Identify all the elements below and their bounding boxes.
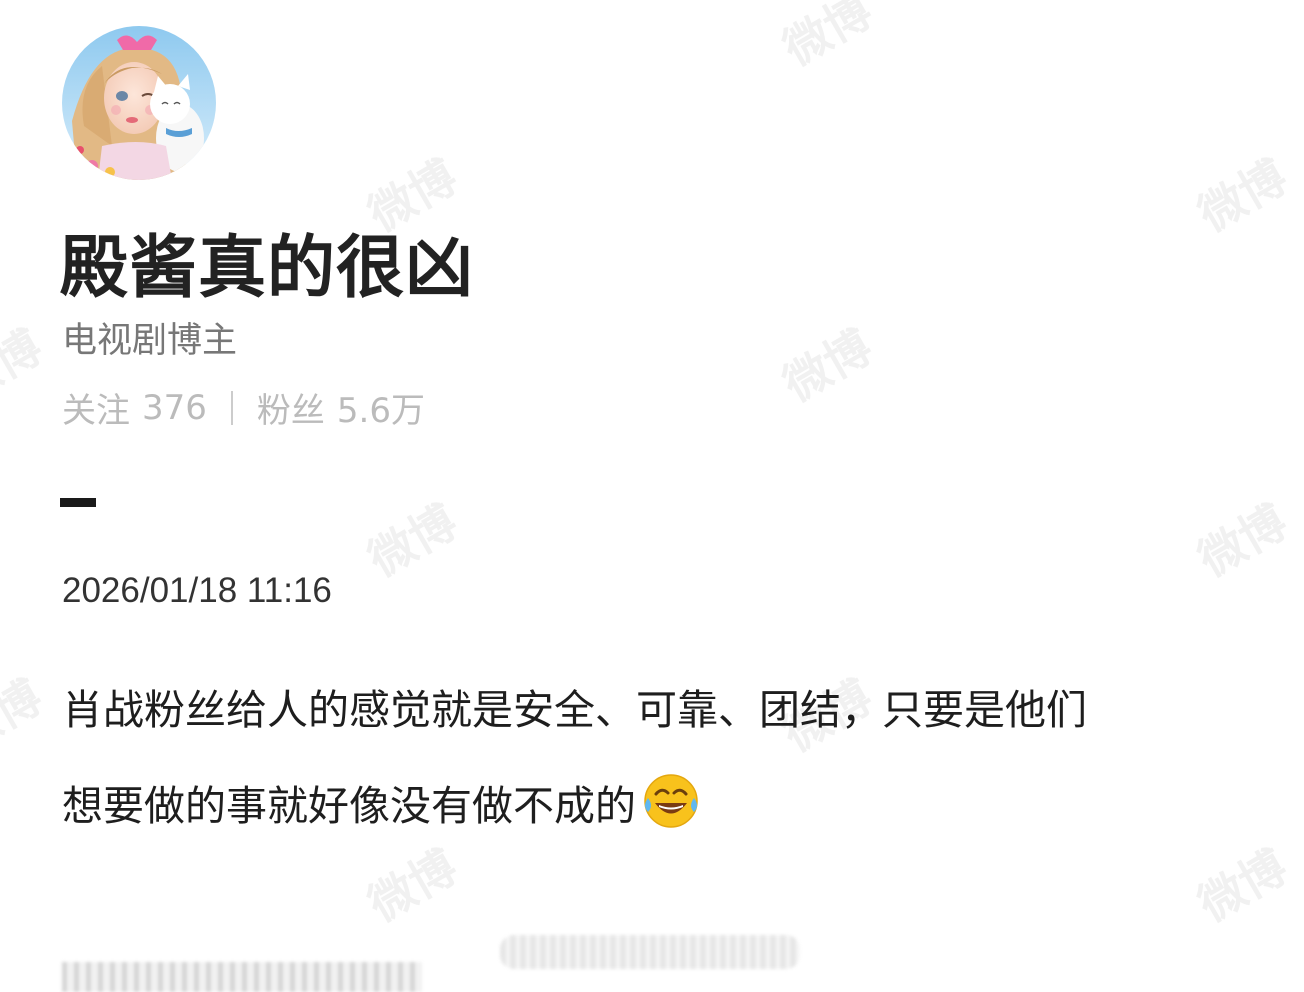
following-label[interactable]: 关注: [62, 383, 130, 432]
profile-role: 电视剧博主: [62, 321, 238, 361]
followers-label[interactable]: 粉丝: [257, 383, 325, 432]
watermark: 微博: [359, 494, 466, 587]
post-content: 肖战粉丝给人的感觉就是安全、可靠、团结，只要是他们 想要做的事就好像没有做不成的: [62, 662, 1262, 864]
truncated-text: [62, 962, 422, 992]
profile-name[interactable]: 殿酱真的很凶: [60, 212, 474, 311]
following-count[interactable]: 376: [142, 388, 207, 428]
watermark: 微博: [1189, 494, 1296, 587]
post-timestamp: 2026/01/18 11:16: [62, 571, 332, 610]
followers-count[interactable]: 5.6万: [337, 383, 425, 432]
post-text-line-1: 肖战粉丝给人的感觉就是安全、可靠、团结，只要是他们: [62, 686, 1087, 734]
blurred-content: [500, 935, 800, 969]
stats-divider: [230, 390, 233, 425]
avatar[interactable]: [62, 26, 216, 180]
watermark: 微博: [1189, 149, 1296, 242]
section-divider: [60, 498, 96, 507]
profile-stats: 关注 376 粉丝 5.6万: [62, 383, 425, 432]
watermark: 微博: [774, 319, 881, 412]
laughing-tears-icon: [642, 768, 700, 864]
avatar-illustration: [62, 26, 216, 180]
post-text-line-2: 想要做的事就好像没有做不成的: [62, 782, 636, 830]
watermark: 微博: [0, 669, 51, 762]
watermark: 微博: [0, 319, 51, 412]
watermark: 微博: [774, 0, 881, 76]
